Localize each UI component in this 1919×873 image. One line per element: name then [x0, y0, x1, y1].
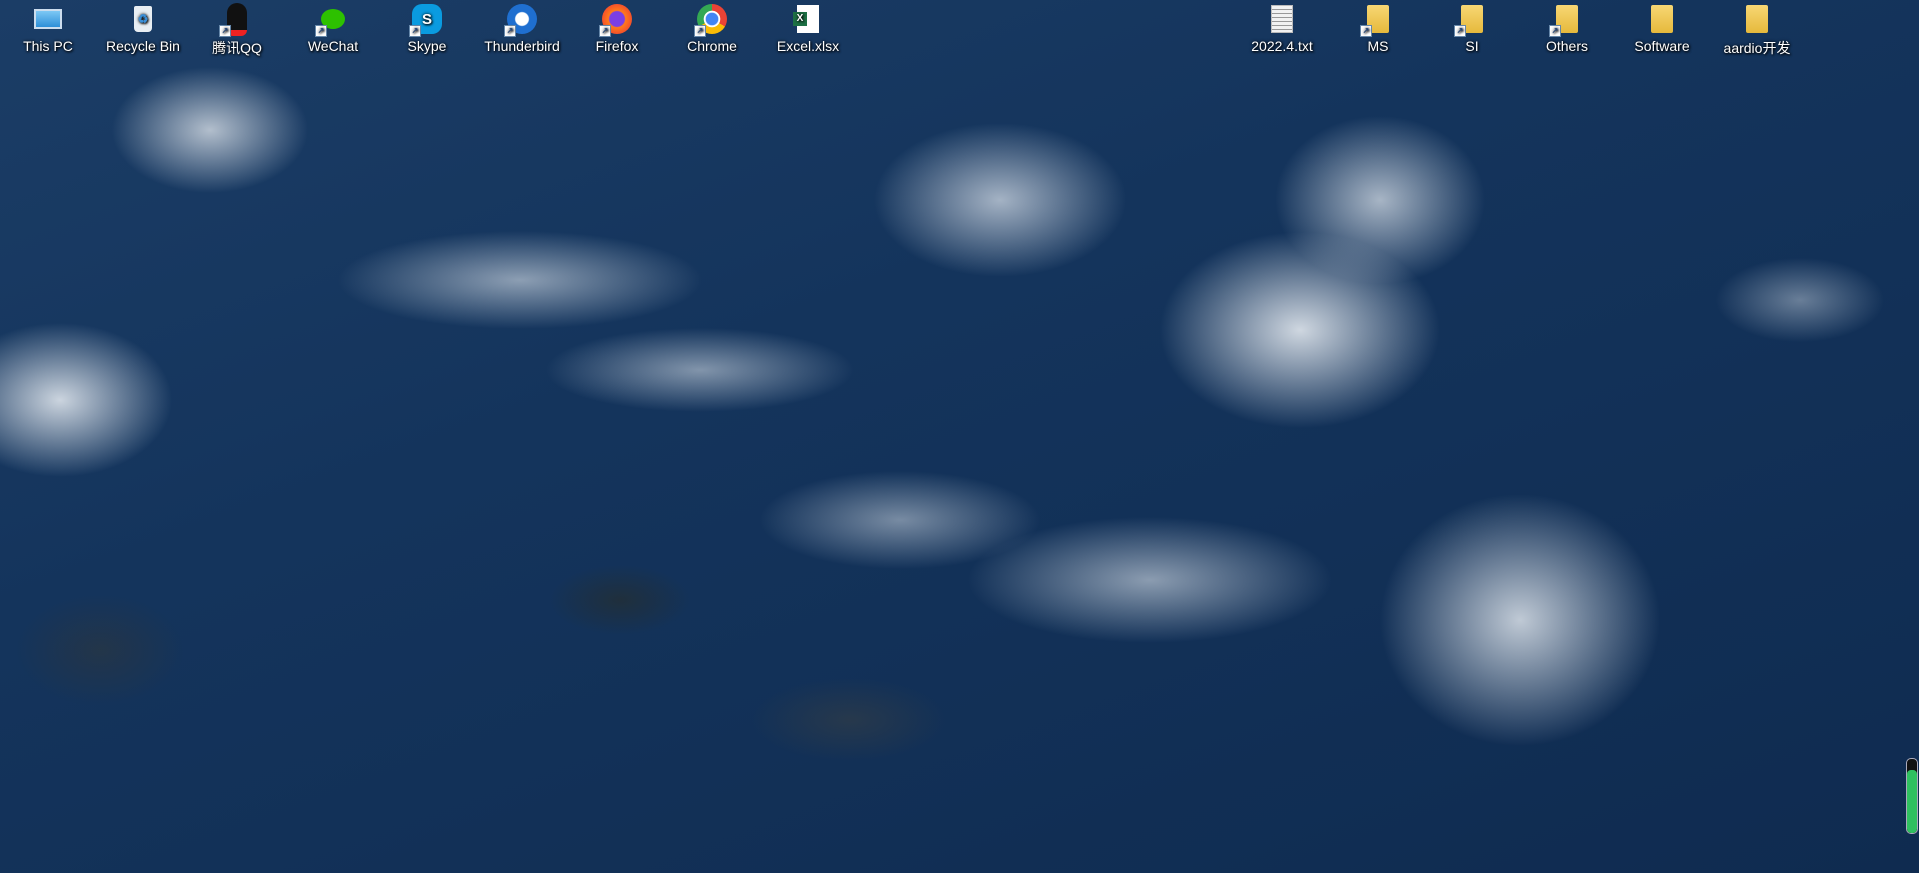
computer-icon — [33, 4, 63, 34]
desktop-icon-thunderbird[interactable]: ↗ Thunderbird — [482, 4, 562, 54]
level-gauge-fill — [1907, 770, 1917, 833]
shortcut-arrow-icon: ↗ — [409, 25, 421, 37]
desktop-icon-folder-si[interactable]: ↗ SI — [1432, 4, 1512, 54]
excel-file-icon: X — [793, 4, 823, 34]
level-gauge — [1906, 758, 1918, 834]
desktop-icon-skype[interactable]: S ↗ Skype — [387, 4, 467, 54]
shortcut-arrow-icon: ↗ — [315, 25, 327, 37]
shortcut-arrow-icon: ↗ — [599, 25, 611, 37]
folder-icon: ↗ — [1454, 4, 1487, 37]
chrome-icon: ↗ — [694, 4, 727, 37]
qq-penguin-icon: ↗ — [219, 2, 252, 37]
text-file-icon — [1267, 4, 1297, 34]
desktop-icon-recycle-bin[interactable]: ♻ Recycle Bin — [103, 4, 183, 54]
desktop-icon-qq[interactable]: ↗ 腾讯QQ — [197, 2, 277, 58]
folder-icon — [1647, 4, 1677, 34]
folder-icon: ↗ — [1360, 4, 1393, 37]
desktop-icon-chrome[interactable]: ↗ Chrome — [672, 4, 752, 54]
recycle-bin-icon: ♻ — [128, 4, 158, 34]
shortcut-arrow-icon: ↗ — [219, 25, 231, 37]
desktop-icon-folder-software[interactable]: Software — [1622, 4, 1702, 54]
shortcut-arrow-icon: ↗ — [694, 25, 706, 37]
folder-icon — [1742, 4, 1772, 34]
desktop-icon-this-pc[interactable]: This PC — [8, 4, 88, 54]
folder-icon: ↗ — [1549, 4, 1582, 37]
desktop-icon-folder-ms[interactable]: ↗ MS — [1338, 4, 1418, 54]
shortcut-arrow-icon: ↗ — [1360, 25, 1372, 37]
thunderbird-icon: ↗ — [504, 4, 537, 37]
desktop-icon-wechat[interactable]: ↗ WeChat — [293, 4, 373, 54]
desktop-icon-excel[interactable]: X Excel.xlsx — [768, 4, 848, 54]
desktop-icon-firefox[interactable]: ↗ Firefox — [577, 4, 657, 54]
skype-icon: S ↗ — [409, 4, 442, 37]
shortcut-arrow-icon: ↗ — [1549, 25, 1561, 37]
desktop-icon-folder-others[interactable]: ↗ Others — [1527, 4, 1607, 54]
shortcut-arrow-icon: ↗ — [1454, 25, 1466, 37]
desktop-wallpaper — [0, 0, 1919, 873]
firefox-icon: ↗ — [599, 4, 632, 37]
desktop-icon-2022-4-txt[interactable]: 2022.4.txt — [1242, 4, 1322, 54]
wechat-icon: ↗ — [315, 4, 348, 37]
shortcut-arrow-icon: ↗ — [504, 25, 516, 37]
desktop-icon-folder-aardio[interactable]: aardio开发 — [1717, 4, 1797, 58]
